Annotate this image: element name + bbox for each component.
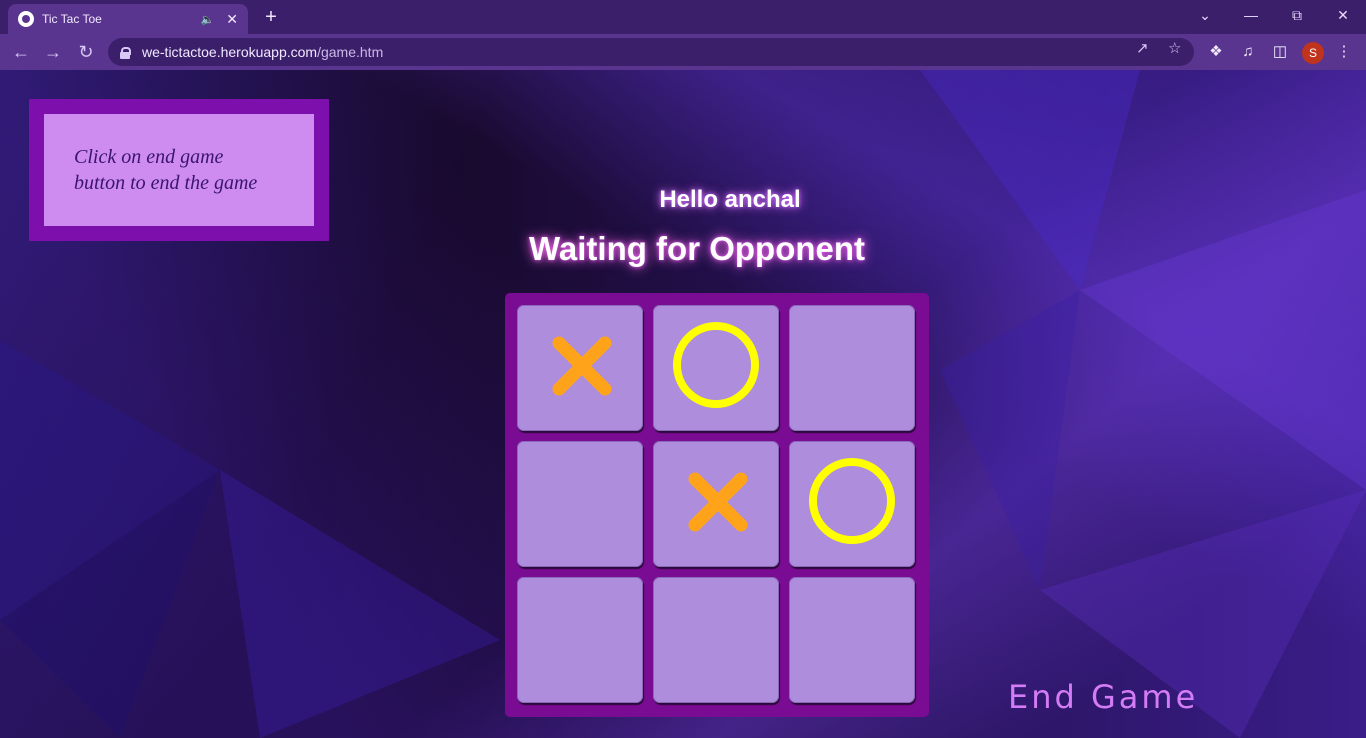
share-icon[interactable]: ↗: [1136, 39, 1149, 57]
o-mark-icon: [809, 458, 895, 544]
menu-kebab-icon[interactable]: ⋮: [1334, 42, 1354, 62]
board-cell[interactable]: [789, 305, 915, 431]
hint-panel: Click on end game button to end the game: [29, 99, 329, 241]
address-bar[interactable]: we-tictactoe.herokuapp.com/game.htm: [108, 38, 1194, 66]
extensions-icon[interactable]: ❖: [1206, 42, 1226, 62]
forward-icon[interactable]: →: [42, 41, 64, 63]
x-mark-icon: [552, 336, 612, 396]
board-cell[interactable]: [517, 441, 643, 567]
hint-text: Click on end game button to end the game: [44, 114, 314, 226]
game-status: Waiting for Opponent: [528, 230, 866, 267]
board-cell[interactable]: [517, 577, 643, 703]
tab-search-icon[interactable]: ⌄: [1190, 4, 1220, 26]
media-control-icon[interactable]: ♫: [1238, 42, 1258, 62]
board-cell[interactable]: [653, 441, 779, 567]
background-shards: [920, 70, 1366, 738]
minimize-icon[interactable]: —: [1236, 4, 1266, 26]
end-game-button[interactable]: End Game: [1008, 678, 1198, 716]
board-cell[interactable]: [653, 305, 779, 431]
bookmark-star-icon[interactable]: ☆: [1168, 39, 1181, 57]
background-shards-left: [0, 340, 500, 738]
url-host: we-tictactoe.herokuapp.com: [142, 44, 318, 60]
lock-icon: [120, 47, 131, 59]
restore-icon[interactable]: ⧉: [1282, 4, 1312, 26]
hint-line-1: Click on end game: [74, 146, 224, 168]
browser-toolbar: ← → ↻ we-tictactoe.herokuapp.com/game.ht…: [0, 34, 1366, 70]
game-board: [505, 293, 929, 717]
back-icon[interactable]: ←: [10, 41, 32, 63]
url-path: /game.htm: [317, 44, 384, 60]
side-panel-icon[interactable]: ◫: [1270, 42, 1290, 62]
o-mark-icon: [673, 322, 759, 408]
greeting: Hello anchal: [659, 186, 801, 213]
tab-close-icon[interactable]: ✕: [226, 11, 238, 28]
board-cell[interactable]: [653, 577, 779, 703]
board-cell[interactable]: [789, 577, 915, 703]
page-viewport: Click on end game button to end the game…: [0, 70, 1366, 738]
x-mark-icon: [688, 472, 748, 532]
reload-icon[interactable]: ↻: [75, 41, 97, 63]
tab-strip: Tic Tac Toe 🔈 ✕ + ⌄ — ⧉ ✕: [0, 0, 1366, 34]
globe-icon: [18, 11, 34, 27]
new-tab-button[interactable]: +: [260, 6, 282, 28]
speaker-icon[interactable]: 🔈: [201, 13, 215, 26]
tab-title: Tic Tac Toe: [42, 12, 102, 26]
browser-tab[interactable]: Tic Tac Toe 🔈 ✕: [8, 4, 248, 34]
hint-line-2: button to end the game: [74, 172, 258, 194]
board-cell[interactable]: [789, 441, 915, 567]
window-close-icon[interactable]: ✕: [1328, 4, 1358, 26]
profile-avatar[interactable]: S: [1302, 42, 1324, 64]
board-cell[interactable]: [517, 305, 643, 431]
